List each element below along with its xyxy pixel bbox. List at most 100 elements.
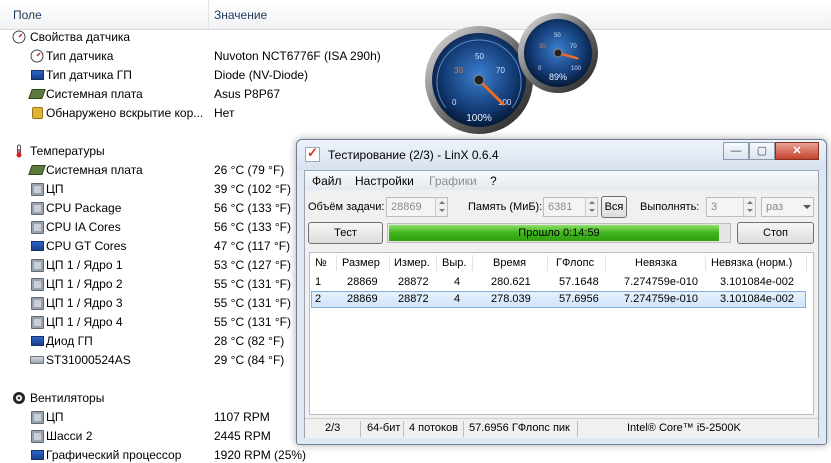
results-table: № Размер Измер. Выр. Время ГФлопс Невязк… <box>309 252 814 415</box>
table-cell: 278.039 <box>491 293 531 305</box>
cpu-icon <box>30 277 44 291</box>
gpu-icon <box>30 448 44 462</box>
lock-icon <box>30 106 44 120</box>
chassis-icon <box>30 429 44 443</box>
menu-file[interactable]: Файл <box>312 174 342 188</box>
cpu-icon <box>30 315 44 329</box>
status-bitness: 64-бит <box>367 422 401 434</box>
column-header: Поле Значение <box>0 0 831 30</box>
item-value: Diode (NV-Diode) <box>214 68 309 82</box>
item-value: 55 °C (131 °F) <box>214 296 291 310</box>
table-header[interactable]: ГФлопс <box>556 257 594 269</box>
fan-icon <box>12 391 26 405</box>
item-name: Диод ГП <box>46 334 93 348</box>
item-name: Тип датчика <box>46 49 114 63</box>
table-cell: 28869 <box>347 276 378 288</box>
item-value: 29 °C (84 °F) <box>214 353 285 367</box>
title-bar[interactable]: Тестирование (2/3) - LinX 0.6.4 — ▢ ✕ <box>297 140 826 170</box>
item-value: 39 °C (102 °F) <box>214 182 291 196</box>
list-item[interactable]: Системная плата Asus P8P67 <box>0 85 831 104</box>
column-header-field[interactable]: Поле <box>13 8 42 22</box>
menu-help[interactable]: ? <box>490 174 497 188</box>
table-cell: 57.6956 <box>559 293 599 305</box>
run-count-spinner[interactable] <box>743 198 755 216</box>
table-cell: 7.274759e-010 <box>624 276 699 288</box>
table-header[interactable]: Измер. <box>394 257 430 269</box>
table-cell: 2 <box>315 293 322 305</box>
list-item[interactable]: Графический процессор 1920 RPM (25%) <box>0 446 831 463</box>
linx-window: Тестирование (2/3) - LinX 0.6.4 — ▢ ✕ Фа… <box>296 139 827 445</box>
table-header[interactable]: Невязка (норм.) <box>711 257 792 269</box>
table-header[interactable]: Выр. <box>442 257 466 269</box>
item-name: Системная плата <box>46 163 143 177</box>
item-name: Тип датчика ГП <box>46 68 132 82</box>
memory-usage-gauge[interactable]: 30 50 70 0 100 89% <box>517 12 599 94</box>
section-title: Температуры <box>30 144 105 158</box>
item-name: ЦП 1 / Ядро 2 <box>46 277 123 291</box>
item-value: 53 °C (127 °F) <box>214 258 291 272</box>
chevron-down-icon[interactable] <box>799 198 813 216</box>
item-value: 1107 RPM <box>214 410 270 424</box>
item-name: ST31000524AS <box>46 353 131 367</box>
list-item[interactable]: Тип датчика Nuvoton NCT6776F (ISA 290h) <box>0 47 831 66</box>
gpu-icon <box>30 334 44 348</box>
menu-settings[interactable]: Настройки <box>355 174 414 188</box>
task-size-spinner[interactable] <box>435 198 447 216</box>
item-name: Обнаружено вскрытие кор... <box>46 106 204 120</box>
minimize-button[interactable]: — <box>723 142 749 160</box>
table-row[interactable]: 1 28869 28872 4 280.621 57.1648 7.274759… <box>311 274 806 291</box>
gauge-icon <box>12 30 26 44</box>
maximize-button[interactable]: ▢ <box>749 142 775 160</box>
item-name: ЦП <box>46 182 64 196</box>
table-header[interactable]: Размер <box>342 257 380 269</box>
item-name: ЦП 1 / Ядро 3 <box>46 296 123 310</box>
item-name: ЦП 1 / Ядро 1 <box>46 258 123 272</box>
table-cell: 4 <box>454 276 461 288</box>
item-name: ЦП 1 / Ядро 4 <box>46 315 123 329</box>
gauge-tick-label: 30 <box>539 44 546 50</box>
section-sensor-properties[interactable]: Свойства датчика <box>0 28 831 47</box>
test-button[interactable]: Тест <box>308 222 383 244</box>
progress-text: Прошло 0:14:59 <box>518 227 600 239</box>
item-value: Nuvoton NCT6776F (ISA 290h) <box>214 49 381 63</box>
hard-disk-icon <box>30 353 44 367</box>
close-button[interactable]: ✕ <box>775 142 819 160</box>
table-cell: 280.621 <box>491 276 531 288</box>
item-value: 55 °C (131 °F) <box>214 315 291 329</box>
gpu-icon <box>30 68 44 82</box>
memory-spinner[interactable] <box>585 198 597 216</box>
table-row[interactable]: 2 28869 28872 4 278.039 57.6956 7.274759… <box>311 291 806 308</box>
stop-button[interactable]: Стоп <box>737 222 814 244</box>
table-cell: 28872 <box>398 276 429 288</box>
column-header-value[interactable]: Значение <box>214 8 267 22</box>
menu-graphs[interactable]: Графики <box>429 174 477 188</box>
table-header[interactable]: Невязка <box>635 257 677 269</box>
item-value: 26 °C (79 °F) <box>214 163 285 177</box>
thermometer-icon <box>12 144 26 158</box>
item-value: 47 °C (117 °F) <box>214 239 291 253</box>
progress-bar: Прошло 0:14:59 <box>387 223 731 243</box>
item-value: 55 °C (131 °F) <box>214 277 291 291</box>
all-memory-button[interactable]: Вся <box>601 196 627 218</box>
cpu-icon <box>30 201 44 215</box>
cpu-icon <box>30 258 44 272</box>
table-header[interactable]: Время <box>493 257 526 269</box>
table-cell: 28869 <box>347 293 378 305</box>
table-header[interactable]: № <box>315 257 327 269</box>
item-value: 56 °C (133 °F) <box>214 220 291 234</box>
table-cell: 3.101084e-002 <box>720 293 795 305</box>
gauge-icon <box>30 49 44 63</box>
cpu-icon <box>30 296 44 310</box>
item-name: ЦП <box>46 410 64 424</box>
list-item[interactable]: Тип датчика ГП Diode (NV-Diode) <box>0 66 831 85</box>
table-cell: 57.1648 <box>559 276 599 288</box>
list-item[interactable]: Обнаружено вскрытие кор... Нет <box>0 104 831 123</box>
gauge-tick-label: 0 <box>452 98 457 107</box>
table-cell: 28872 <box>398 293 429 305</box>
table-cell: 7.274759e-010 <box>624 293 699 305</box>
cpu-icon <box>30 410 44 424</box>
motherboard-icon <box>28 87 46 101</box>
item-value: 1920 RPM (25%) <box>214 448 307 462</box>
window-client: Файл Настройки Графики ? Объём задачи: 2… <box>304 170 819 438</box>
column-separator[interactable] <box>208 0 209 29</box>
